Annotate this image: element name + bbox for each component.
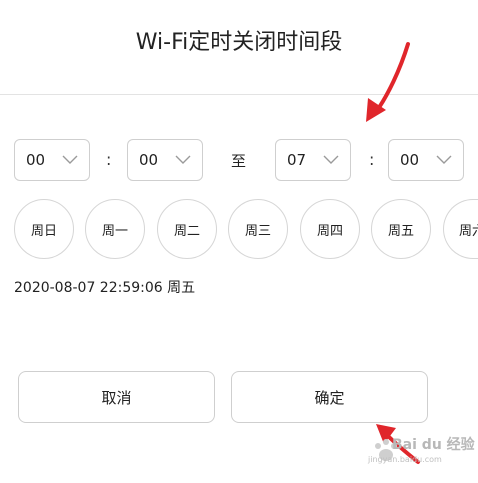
- start-hour-value: 00: [26, 151, 46, 169]
- chevron-down-icon: [175, 155, 191, 164]
- chevron-down-icon: [62, 155, 78, 164]
- cancel-button[interactable]: 取消: [18, 371, 215, 423]
- chevron-down-icon: [323, 155, 339, 164]
- confirm-button[interactable]: 确定: [231, 371, 428, 423]
- end-minute-select[interactable]: 00: [388, 139, 464, 181]
- start-minute-value: 00: [139, 151, 159, 169]
- weekday-sun[interactable]: 周日: [14, 199, 74, 259]
- end-hour-value: 07: [287, 151, 307, 169]
- time-separator: :: [106, 150, 112, 169]
- end-minute-value: 00: [400, 151, 420, 169]
- weekday-thu[interactable]: 周四: [300, 199, 360, 259]
- start-hour-select[interactable]: 00: [14, 139, 90, 181]
- current-time: 2020-08-07 22:59:06 周五: [14, 280, 196, 296]
- chevron-down-icon: [436, 155, 452, 164]
- weekday-mon[interactable]: 周一: [85, 199, 145, 259]
- end-hour-select[interactable]: 07: [275, 139, 351, 181]
- to-label: 至: [231, 152, 247, 170]
- watermark-brand: Bai du 经验: [392, 437, 475, 453]
- weekday-fri[interactable]: 周五: [371, 199, 431, 259]
- time-separator: :: [369, 150, 375, 169]
- annotation-arrow-icon: [366, 42, 410, 122]
- weekday-tue[interactable]: 周二: [157, 199, 217, 259]
- start-minute-select[interactable]: 00: [127, 139, 203, 181]
- weekday-sat[interactable]: 周六: [443, 199, 478, 259]
- watermark-url: jingyan.baidu.com: [368, 455, 442, 464]
- weekday-wed[interactable]: 周三: [228, 199, 288, 259]
